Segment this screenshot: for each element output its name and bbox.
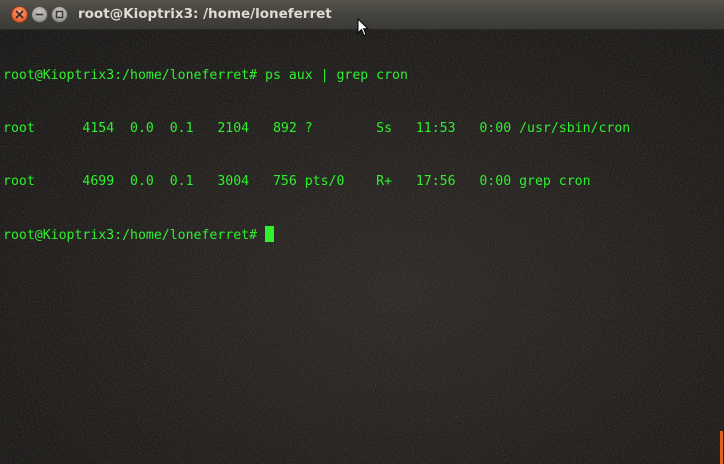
window-title: root@Kioptrix3: /home/loneferret <box>78 6 332 22</box>
terminal-output: root@Kioptrix3:/home/loneferret# ps aux … <box>3 32 630 278</box>
scrollbar-indicator <box>720 431 723 464</box>
close-button[interactable] <box>11 6 28 23</box>
terminal-line: root@Kioptrix3:/home/loneferret# ps aux … <box>3 68 408 84</box>
terminal-line: root 4699 0.0 0.1 3004 756 pts/0 R+ 17:5… <box>3 173 591 189</box>
text-cursor <box>265 225 275 242</box>
minimize-button[interactable] <box>31 6 48 23</box>
mouse-pointer-icon <box>357 18 369 37</box>
prompt-line[interactable]: root@Kioptrix3:/home/loneferret# <box>3 225 630 244</box>
prompt: root@Kioptrix3:/home/loneferret# <box>3 227 266 243</box>
terminal-line: root 4154 0.0 0.1 2104 892 ? Ss 11:53 0:… <box>3 120 631 136</box>
terminal-window: root@Kioptrix3: /home/loneferret root@Ki… <box>0 0 724 464</box>
maximize-button[interactable] <box>51 6 68 23</box>
terminal-area[interactable]: root@Kioptrix3:/home/loneferret# ps aux … <box>0 30 724 464</box>
